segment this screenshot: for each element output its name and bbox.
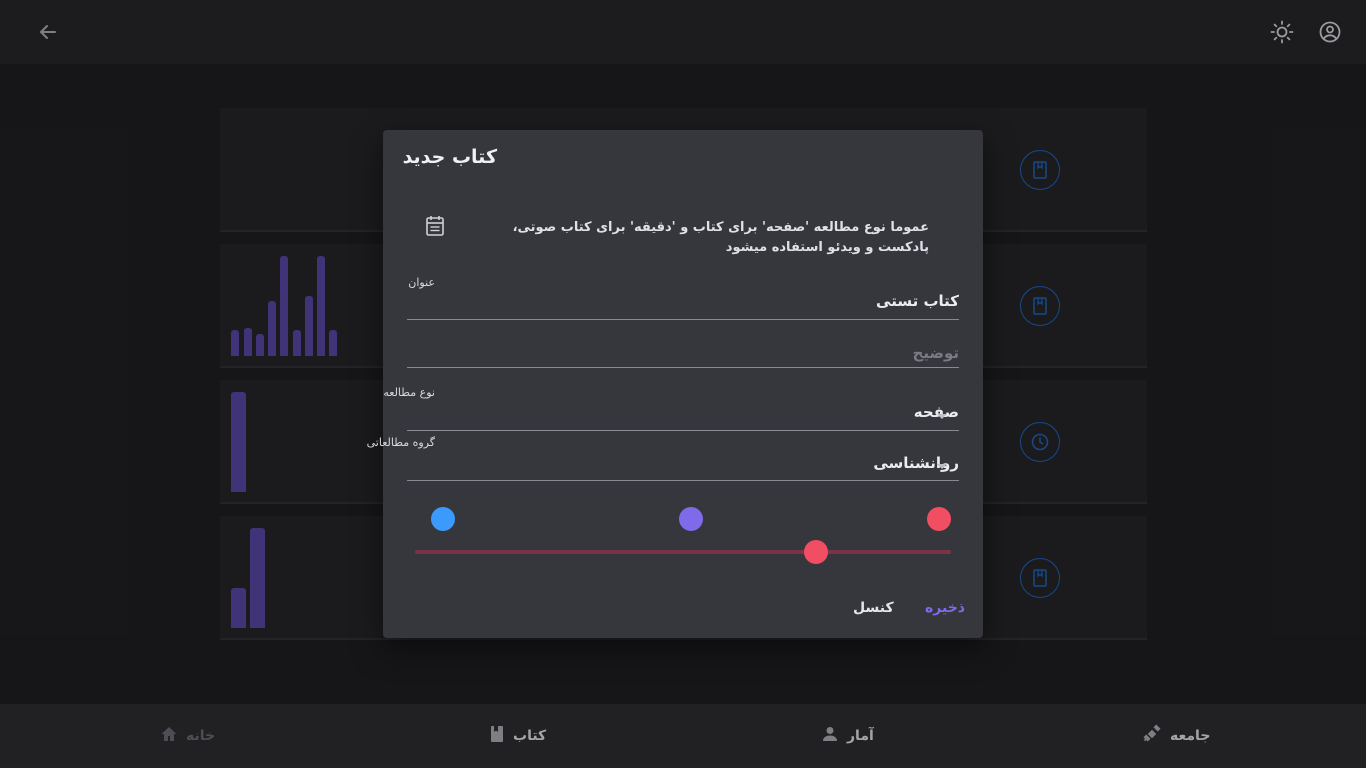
dialog-title: کتاب جدید [402,146,497,168]
cancel-button[interactable]: کنسل [853,600,894,620]
study-type-select[interactable]: نوع مطالعه صفحه [383,386,959,431]
color-swatch-purple[interactable] [679,507,703,531]
study-group-value: روانشناسی [873,454,959,472]
color-swatch-red[interactable] [927,507,951,531]
color-slider-track[interactable] [415,550,951,554]
color-swatch-blue[interactable] [431,507,455,531]
study-group-label: گروه مطالعاتی [366,436,435,449]
save-button[interactable]: ذخیره [925,600,965,620]
title-field-label: عنوان [408,276,435,289]
description-placeholder: توضیح [912,344,959,362]
description-field[interactable]: توضیح [407,340,959,368]
calendar-note-icon [423,214,447,238]
title-field-value: کتاب تستی [876,292,959,310]
study-type-label: نوع مطالعه [383,386,435,399]
study-type-hint: عموما نوع مطالعه 'صفحه' برای کتاب و 'دقی… [512,220,929,255]
study-group-select[interactable]: گروه مطالعاتی روانشناسی [367,436,959,481]
chevron-down-icon [937,414,947,419]
chevron-down-icon [937,464,947,469]
color-slider-thumb[interactable] [804,540,828,564]
new-book-dialog: کتاب جدید عموما نوع مطالعه 'صفحه' برای ک… [367,130,983,638]
title-field[interactable]: عنوان کتاب تستی [407,276,959,320]
